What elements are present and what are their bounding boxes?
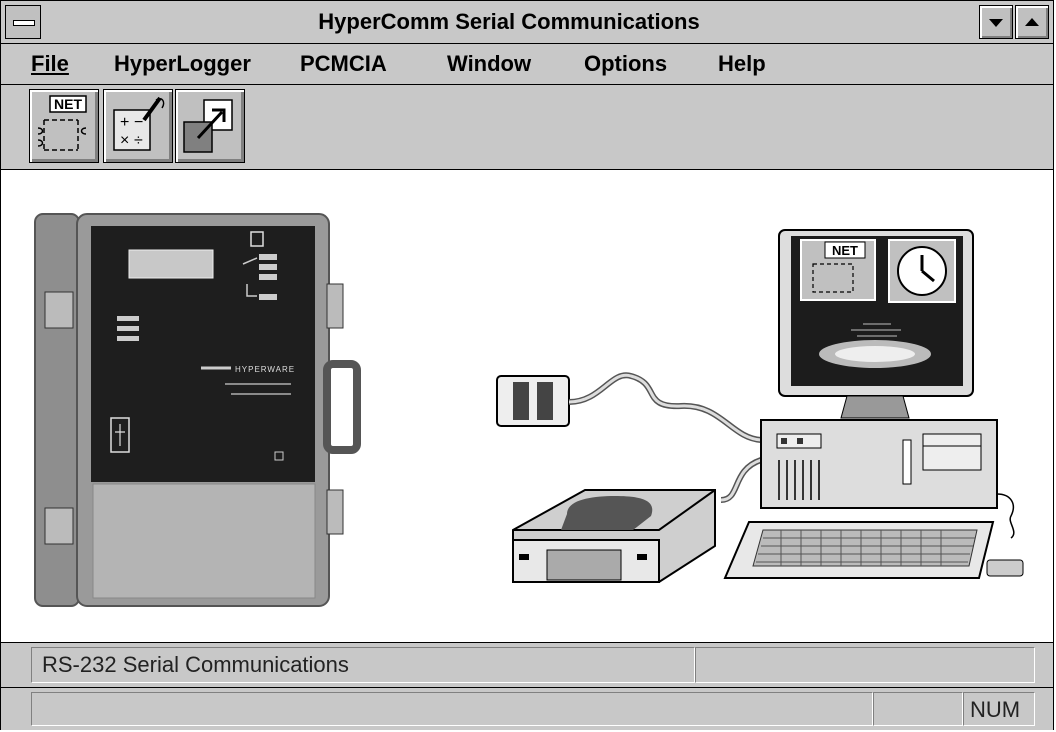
minimize-button[interactable] <box>979 5 1013 39</box>
monitor-net-badge: NET <box>832 243 858 258</box>
menu-pcmcia[interactable]: PCMCIA <box>300 44 387 84</box>
maximize-icon <box>1025 18 1039 26</box>
menu-file[interactable]: File <box>31 44 69 84</box>
calculator-icon: + − × ÷ <box>113 96 165 151</box>
network-icon-label: NET <box>54 96 82 112</box>
minimize-icon <box>989 19 1003 27</box>
network-icon: NET <box>37 95 87 151</box>
hardware-illustration: HYPERWARE NET <box>34 213 1024 607</box>
svg-text:+: + <box>120 114 129 131</box>
menu-file-label: File <box>31 51 69 76</box>
svg-text:×: × <box>120 132 129 149</box>
system-menu-button[interactable] <box>5 5 41 39</box>
logger-brand-text: HYPERWARE <box>235 365 295 374</box>
status-bar-secondary: NUM <box>1 688 1053 730</box>
workspace: HYPERWARE NET <box>1 170 1053 643</box>
calculator-tool-button[interactable]: + − × ÷ <box>103 89 173 163</box>
system-menu-icon <box>13 20 35 26</box>
export-tool-button[interactable] <box>175 89 245 163</box>
export-window-icon <box>183 99 233 153</box>
computer-tower <box>760 419 1015 539</box>
network-tool-button[interactable]: NET <box>29 89 99 163</box>
svg-text:÷: ÷ <box>134 132 143 149</box>
status-message: RS-232 Serial Communications <box>31 647 695 683</box>
menu-bar: File HyperLogger PCMCIA Window Options H… <box>1 44 1053 85</box>
status-bar-primary: RS-232 Serial Communications <box>1 643 1053 688</box>
status-left-pane <box>31 692 873 726</box>
status-mid-pane <box>873 692 963 726</box>
toolbar: NET + − × ÷ <box>1 85 1053 170</box>
app-window: HyperComm Serial Communications File Hyp… <box>0 0 1054 730</box>
menu-help[interactable]: Help <box>718 44 766 84</box>
title-bar[interactable]: HyperComm Serial Communications <box>1 1 1053 44</box>
data-logger-device: HYPERWARE <box>34 213 361 607</box>
menu-hyperlogger[interactable]: HyperLogger <box>114 44 251 84</box>
status-secondary-pane <box>695 647 1035 683</box>
window-title: HyperComm Serial Communications <box>318 9 700 34</box>
keyboard <box>723 521 1024 579</box>
num-lock-indicator: NUM <box>963 692 1035 726</box>
serial-cable <box>496 372 763 503</box>
maximize-button[interactable] <box>1015 5 1049 39</box>
menu-options[interactable]: Options <box>584 44 667 84</box>
card-reader <box>512 489 716 583</box>
menu-window[interactable]: Window <box>447 44 531 84</box>
svg-text:−: − <box>134 114 143 131</box>
computer-monitor: NET <box>778 229 974 419</box>
